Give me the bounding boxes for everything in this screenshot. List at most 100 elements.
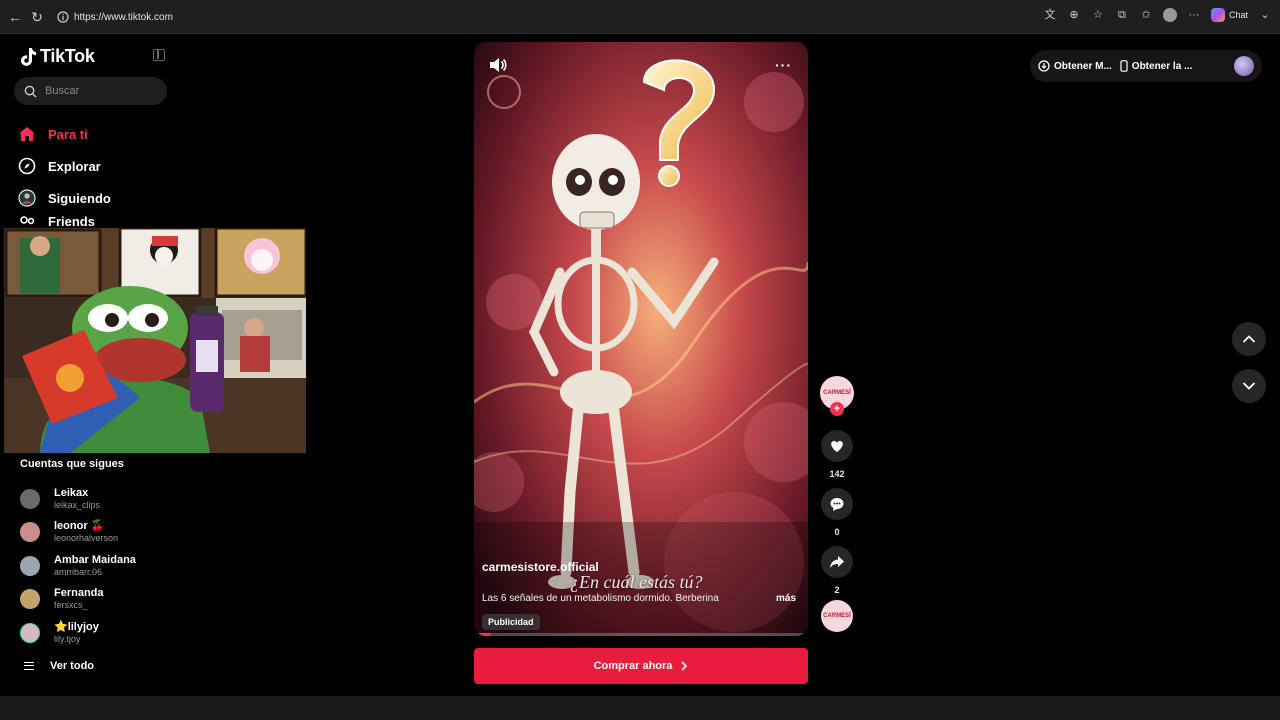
favorite-star-icon[interactable]: ☆ [1091, 8, 1105, 22]
nav-for-you[interactable]: Para ti [18, 118, 178, 150]
compass-icon [18, 157, 36, 175]
shop-now-button[interactable]: Comprar ahora [474, 648, 808, 684]
creator-avatar-text: CARMESÍ [823, 390, 851, 396]
chevron-up-icon [1242, 335, 1256, 343]
account-name: ⭐lilyjoy [54, 620, 99, 633]
following-account[interactable]: ⭐lilyjoy lily.tjoy [20, 616, 220, 650]
share-count: 2 [834, 585, 840, 595]
main-nav: Para ti Explorar Siguiendo Friends [18, 118, 178, 228]
more-link[interactable]: más [776, 593, 796, 604]
extensions-icon[interactable]: ⧉ [1115, 8, 1129, 22]
phone-icon [1120, 60, 1128, 72]
profile-avatar[interactable] [1162, 8, 1177, 22]
copilot-chat-button[interactable]: Chat [1210, 8, 1248, 22]
nav-friends[interactable]: Friends [18, 214, 178, 228]
logo-text: TikTok [40, 46, 95, 66]
app-icon [1038, 60, 1050, 72]
address-bar[interactable]: https://www.tiktok.com [52, 6, 1052, 28]
previous-video-button[interactable] [1232, 322, 1266, 356]
more-menu-icon[interactable]: ··· [1187, 8, 1201, 22]
comment-button[interactable] [821, 488, 853, 520]
taskbar-strip [0, 696, 1280, 720]
see-all-label: Ver todo [50, 659, 95, 672]
get-app-label: Obtener la ... [1131, 60, 1193, 72]
get-pc-label: Obtener M... [1054, 60, 1112, 72]
following-list: Leikax leikax_clips leonor 🍒 leonorhalvers… [20, 482, 220, 680]
next-video-button[interactable] [1232, 369, 1266, 403]
like-count: 142 [829, 469, 845, 479]
account-name: Leikax [54, 486, 89, 499]
get-mobile-app-button[interactable]: Obtener la ... [1120, 60, 1193, 72]
like-button[interactable] [821, 430, 853, 462]
following-account[interactable]: Fernanda fersxcs_ [20, 583, 220, 617]
ad-badge: Publicidad [482, 614, 540, 630]
cta-label: Comprar ahora [593, 660, 673, 672]
copilot-icon [1210, 8, 1225, 22]
friends-icon [18, 214, 36, 228]
video-caption-overlay: ¿En cuál estás tú? [570, 572, 703, 592]
creator-avatar[interactable]: CARMESÍ + [820, 376, 854, 416]
video-frame-illustration [474, 42, 808, 636]
zoom-icon[interactable]: ⊕ [1067, 8, 1081, 22]
search-input[interactable] [45, 85, 155, 97]
account-handle: ammbarr.06 [54, 566, 103, 577]
home-icon [18, 125, 36, 143]
chevron-right-icon [681, 661, 688, 671]
progress-fill [474, 633, 491, 636]
following-account[interactable]: Ambar Maidana ammbarr.06 [20, 549, 220, 583]
chevron-down-icon[interactable]: ⌄ [1258, 8, 1272, 22]
stream-overlay-image [4, 228, 306, 453]
tiktok-note-icon [21, 47, 37, 66]
video-player[interactable]: ··· carmesistore.official ¿En cuál estás… [474, 42, 808, 636]
account-name: leonor 🍒 [54, 520, 105, 533]
nav-explore[interactable]: Explorar [18, 150, 178, 182]
browser-toolbar: ← ↻ https://www.tiktok.com 文 ⊕ ☆ ⧉ ✩ ···… [0, 0, 1280, 34]
account-handle: leikax_clips [54, 499, 101, 510]
avatar [20, 522, 40, 543]
search-bar[interactable] [14, 77, 167, 105]
nav-following[interactable]: Siguiendo [18, 182, 178, 214]
nav-label: Friends [48, 214, 95, 228]
sound-disc-text: CARMESÍ [823, 613, 851, 619]
nav-label: Para ti [48, 126, 88, 142]
reload-icon[interactable]: ↻ [28, 8, 46, 26]
video-actions: CARMESÍ + 142 0 2 CARMESÍ [818, 376, 856, 632]
collapse-sidebar-icon[interactable] [153, 49, 165, 61]
avatar [20, 622, 40, 643]
see-all-button[interactable]: Ver todo [20, 652, 220, 680]
following-section-title: Cuentas que sigues [20, 458, 124, 470]
avatar [20, 589, 40, 610]
more-options-icon[interactable]: ··· [775, 58, 792, 72]
volume-icon[interactable] [488, 56, 508, 74]
account-name: Fernanda [54, 587, 104, 600]
sound-disc[interactable]: CARMESÍ [821, 600, 853, 632]
user-avatar[interactable] [1234, 56, 1254, 76]
top-right-actions: Obtener M... Obtener la ... [1030, 50, 1262, 82]
browser-actions: 文 ⊕ ☆ ⧉ ✩ ··· Chat ⌄ [1043, 8, 1272, 22]
nav-label: Siguiendo [48, 190, 111, 206]
account-handle: leonorhalverson [54, 533, 119, 544]
heart-icon [831, 440, 843, 452]
back-icon[interactable]: ← [6, 8, 24, 26]
search-icon [24, 85, 37, 98]
account-handle: lily.tjoy [54, 633, 81, 644]
following-account[interactable]: leonor 🍒 leonorhalverson [20, 516, 220, 550]
chevron-down-icon [1242, 382, 1256, 390]
url-text[interactable]: https://www.tiktok.com [74, 12, 173, 23]
tiktok-app: TikTok Para ti Explorar Siguiendo [4, 34, 1276, 696]
avatar [20, 555, 40, 576]
tiktok-logo[interactable]: TikTok [20, 46, 95, 67]
share-icon [830, 556, 844, 568]
following-account[interactable]: Leikax leikax_clips [20, 482, 220, 516]
favorites-icon[interactable]: ✩ [1139, 8, 1153, 22]
video-description: Las 6 señales de un metabolismo dormido.… [482, 593, 719, 604]
nav-label: Explorar [48, 158, 101, 174]
list-icon [24, 661, 34, 670]
get-pc-app-button[interactable]: Obtener M... [1038, 60, 1112, 72]
site-info-icon[interactable] [56, 10, 70, 24]
following-icon [18, 189, 36, 207]
follow-plus-icon[interactable]: + [830, 402, 844, 416]
translate-icon[interactable]: 文 [1043, 8, 1057, 22]
share-button[interactable] [821, 546, 853, 578]
video-progress-bar[interactable] [474, 633, 808, 636]
